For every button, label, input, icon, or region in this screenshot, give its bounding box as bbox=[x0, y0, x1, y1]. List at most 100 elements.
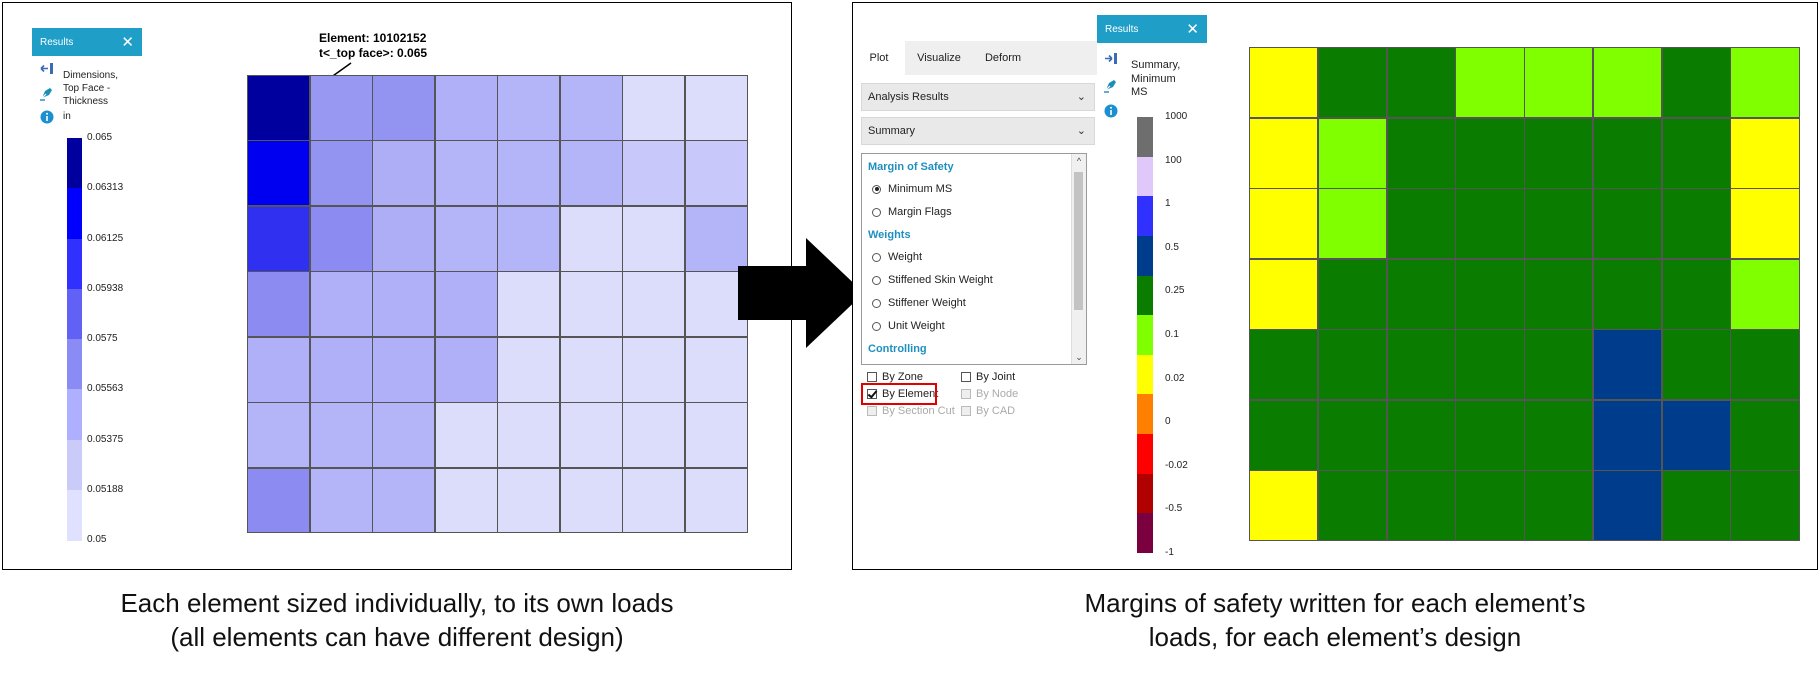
mesh-element[interactable] bbox=[559, 402, 623, 469]
mesh-element[interactable] bbox=[1730, 47, 1800, 119]
mesh-element[interactable] bbox=[247, 271, 310, 338]
mesh-element[interactable] bbox=[1730, 188, 1800, 260]
mesh-element[interactable] bbox=[1524, 470, 1594, 542]
mesh-element[interactable] bbox=[1661, 188, 1731, 260]
mesh-element[interactable] bbox=[1386, 470, 1456, 542]
mesh-element[interactable] bbox=[559, 140, 623, 207]
mesh-element[interactable] bbox=[1317, 470, 1387, 542]
mesh-element[interactable] bbox=[434, 140, 498, 207]
mesh-element[interactable] bbox=[684, 75, 748, 141]
mesh-element[interactable] bbox=[309, 205, 373, 272]
mesh-element[interactable] bbox=[497, 75, 560, 141]
mesh-element[interactable] bbox=[247, 336, 310, 403]
mesh-element[interactable] bbox=[1455, 117, 1525, 189]
mesh-element[interactable] bbox=[1524, 47, 1594, 119]
tab-plot[interactable]: Plot bbox=[853, 41, 905, 75]
scroll-thumb[interactable] bbox=[1074, 172, 1083, 310]
mesh-element[interactable] bbox=[1524, 117, 1594, 189]
mesh-element[interactable] bbox=[1455, 188, 1525, 260]
mesh-element[interactable] bbox=[1730, 258, 1800, 330]
mesh-element[interactable] bbox=[684, 140, 748, 207]
mesh-element[interactable] bbox=[372, 271, 435, 338]
summary-dropdown[interactable]: Summary ⌄ bbox=[861, 117, 1095, 145]
mesh-element[interactable] bbox=[309, 467, 373, 534]
mesh-element[interactable] bbox=[1386, 258, 1456, 330]
radio-unit-weight[interactable]: Unit Weight bbox=[872, 320, 945, 332]
mesh-element[interactable] bbox=[622, 205, 685, 272]
mesh-element[interactable] bbox=[497, 467, 560, 534]
tab-visualize[interactable]: Visualize bbox=[905, 41, 973, 75]
mesh-element[interactable] bbox=[1317, 117, 1387, 189]
mesh-element[interactable] bbox=[247, 402, 310, 469]
tab-deform[interactable]: Deform bbox=[973, 41, 1033, 75]
mesh-element[interactable] bbox=[1455, 258, 1525, 330]
results-title-bar[interactable]: Results ✕ bbox=[1097, 15, 1207, 43]
mesh-element[interactable] bbox=[1249, 329, 1319, 401]
mesh-element[interactable] bbox=[497, 402, 560, 469]
mesh-element[interactable] bbox=[247, 75, 310, 141]
result-type-list[interactable]: Margin of Safety Minimum MS Margin Flags… bbox=[861, 153, 1087, 365]
mesh-element[interactable] bbox=[1386, 399, 1456, 471]
radio-minimum-ms[interactable]: Minimum MS bbox=[872, 183, 952, 195]
mesh-element[interactable] bbox=[1730, 470, 1800, 542]
dock-arrow-icon[interactable] bbox=[1103, 51, 1119, 67]
mesh-element[interactable] bbox=[1455, 470, 1525, 542]
info-icon[interactable] bbox=[1103, 103, 1119, 119]
mesh-element[interactable] bbox=[1317, 258, 1387, 330]
mesh-element[interactable] bbox=[1592, 329, 1662, 401]
mesh-element[interactable] bbox=[1249, 117, 1319, 189]
mesh-element[interactable] bbox=[372, 402, 435, 469]
mesh-element[interactable] bbox=[309, 140, 373, 207]
mesh-element[interactable] bbox=[622, 75, 685, 141]
mesh-element[interactable] bbox=[559, 467, 623, 534]
mesh-element[interactable] bbox=[1455, 329, 1525, 401]
mesh-element[interactable] bbox=[559, 75, 623, 141]
mesh-element[interactable] bbox=[1730, 329, 1800, 401]
mesh-element[interactable] bbox=[1317, 399, 1387, 471]
mesh-element[interactable] bbox=[1592, 399, 1662, 471]
mesh-element[interactable] bbox=[622, 402, 685, 469]
mesh-element[interactable] bbox=[1730, 399, 1800, 471]
mesh-element[interactable] bbox=[434, 75, 498, 141]
mesh-element[interactable] bbox=[1386, 188, 1456, 260]
mesh-element[interactable] bbox=[1730, 117, 1800, 189]
mesh-element[interactable] bbox=[497, 336, 560, 403]
mesh-element[interactable] bbox=[1592, 188, 1662, 260]
mesh-element[interactable] bbox=[1524, 329, 1594, 401]
mesh-element[interactable] bbox=[1661, 117, 1731, 189]
mesh-element[interactable] bbox=[434, 402, 498, 469]
mesh-element[interactable] bbox=[1249, 188, 1319, 260]
mesh-element[interactable] bbox=[309, 75, 373, 141]
scroll-down-icon[interactable]: ⌄ bbox=[1072, 350, 1086, 364]
analysis-results-dropdown[interactable]: Analysis Results ⌄ bbox=[861, 83, 1095, 111]
mesh-element[interactable] bbox=[684, 402, 748, 469]
mesh-element[interactable] bbox=[1592, 470, 1662, 542]
mesh-element[interactable] bbox=[1592, 117, 1662, 189]
mesh-element[interactable] bbox=[1455, 399, 1525, 471]
mesh-element[interactable] bbox=[1317, 188, 1387, 260]
mesh-element[interactable] bbox=[1592, 258, 1662, 330]
mesh-element[interactable] bbox=[1317, 47, 1387, 119]
mesh-element[interactable] bbox=[1661, 399, 1731, 471]
mesh-element[interactable] bbox=[1386, 117, 1456, 189]
mesh-element[interactable] bbox=[1592, 47, 1662, 119]
mesh-element[interactable] bbox=[247, 467, 310, 534]
mesh-element[interactable] bbox=[309, 336, 373, 403]
pen-icon[interactable] bbox=[39, 85, 55, 101]
mesh-element[interactable] bbox=[372, 140, 435, 207]
mesh-element[interactable] bbox=[622, 467, 685, 534]
mesh-element[interactable] bbox=[1524, 258, 1594, 330]
mesh-element[interactable] bbox=[1249, 47, 1319, 119]
mesh-element[interactable] bbox=[1386, 329, 1456, 401]
info-icon[interactable] bbox=[39, 109, 55, 125]
mesh-element[interactable] bbox=[309, 271, 373, 338]
mesh-element[interactable] bbox=[497, 140, 560, 207]
list-scrollbar[interactable]: ^ ⌄ bbox=[1071, 154, 1086, 364]
mesh-element[interactable] bbox=[1386, 47, 1456, 119]
element-mesh[interactable] bbox=[1249, 47, 1800, 542]
radio-stiffener-weight[interactable]: Stiffener Weight bbox=[872, 297, 966, 309]
checkbox-by-zone[interactable]: By Zone bbox=[867, 371, 923, 383]
close-icon[interactable]: ✕ bbox=[1186, 22, 1199, 37]
radio-margin-flags[interactable]: Margin Flags bbox=[872, 206, 952, 218]
mesh-element[interactable] bbox=[247, 140, 310, 207]
